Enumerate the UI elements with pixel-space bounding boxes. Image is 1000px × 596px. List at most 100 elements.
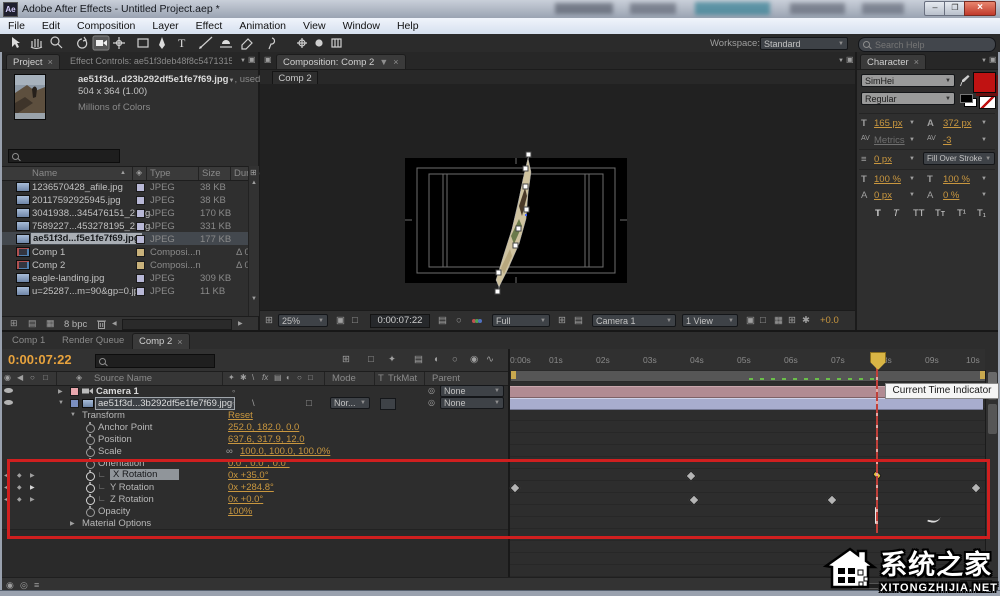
panel-menu-icon[interactable]: ▼ (838, 58, 844, 64)
menu-window[interactable]: Window (343, 20, 380, 32)
close-icon[interactable]: × (914, 57, 919, 67)
all-caps-button[interactable]: TT (913, 208, 925, 219)
minimize-button[interactable]: – (924, 1, 946, 16)
column-trkmat[interactable]: TrkMat (388, 373, 417, 384)
layer-row-image[interactable]: ▼ ae51f3d...3b292df5e1fe7f69.jpg ◦ \ □ N… (0, 397, 508, 409)
column-source-name[interactable]: Source Name (94, 373, 152, 384)
keyframe-prev-icon[interactable]: ◀ (4, 472, 9, 479)
comp-time-display[interactable]: 0:00:07:22 (370, 314, 430, 328)
font-size-value[interactable]: 165 px (874, 118, 903, 129)
label-column-icon[interactable]: ◈ (76, 373, 82, 382)
property-row-anchor-point[interactable]: Anchor Point 252.0, 182.0, 0.0 (0, 421, 508, 433)
chevron-down-icon[interactable]: ▼ (981, 120, 987, 126)
project-row[interactable]: 7589227...453278195_2.jpg JPEG 331 KB (2, 219, 248, 232)
tools-strip[interactable]: T (2, 35, 352, 51)
new-composition-icon[interactable]: ▦ (46, 318, 55, 329)
menu-effect[interactable]: Effect (196, 20, 223, 32)
camera-select[interactable]: Camera 1▼ (592, 314, 676, 327)
keyframe-prev-icon[interactable]: ◀ (4, 484, 9, 491)
baseline-shift-value[interactable]: 0 px (874, 190, 892, 201)
bit-depth-button[interactable]: 8 bpc (64, 319, 87, 330)
faux-italic-button[interactable]: T (893, 208, 899, 219)
view-layout-select[interactable]: 1 View▼ (682, 314, 738, 327)
auto-keyframe-icon[interactable]: ◉ (470, 354, 478, 365)
faux-bold-button[interactable]: T (875, 208, 881, 219)
footage-thumbnail[interactable] (14, 74, 46, 120)
menu-view[interactable]: View (303, 20, 326, 32)
menu-file[interactable]: File (8, 20, 25, 32)
layer-row-camera[interactable]: ▶ Camera 1 ◦ ◎ None▼ (0, 385, 508, 397)
roi-icon[interactable]: ⊞ (558, 315, 566, 326)
transparency-grid-icon[interactable]: ▤ (574, 315, 583, 326)
label-chip[interactable] (136, 235, 145, 244)
flowchart-button-icon[interactable]: ✱ (802, 315, 810, 326)
expand-icon[interactable]: ▶ (70, 520, 75, 527)
tab-comp2[interactable]: Comp 2× (132, 333, 190, 349)
stopwatch-icon[interactable] (86, 508, 95, 517)
image-layer-bar[interactable] (510, 398, 983, 410)
constrain-link-icon[interactable]: ∞ (226, 446, 233, 457)
comp-viewer[interactable] (260, 84, 855, 310)
tab-render-queue[interactable]: Render Queue (62, 335, 124, 346)
scroll-left-icon[interactable]: ◀ (112, 320, 117, 327)
stopwatch-icon[interactable] (86, 424, 95, 433)
close-icon[interactable]: × (177, 337, 182, 347)
maximize-button[interactable]: ❐ (944, 1, 966, 16)
label-chip[interactable] (136, 248, 145, 257)
z-rotation-value[interactable]: 0x +0.0° (228, 494, 263, 505)
project-row-selected[interactable]: ae51f3d...f5e1fe7f69.jpg JPEG 177 KB (2, 232, 248, 245)
project-scrollbar[interactable]: ▲ ▼ ⊞ (248, 166, 259, 316)
property-row-position[interactable]: Position 637.6, 317.9, 12.0 (0, 433, 508, 445)
keyframe-set-icon[interactable]: ◆ (17, 472, 22, 479)
expand-icon[interactable]: ▶ (58, 388, 63, 395)
menu-help[interactable]: Help (397, 20, 419, 32)
new-folder-icon[interactable]: ▤ (28, 318, 37, 329)
draft-3d-icon[interactable]: □ (368, 354, 374, 365)
scroll-right-icon[interactable]: ▶ (238, 320, 243, 327)
property-row-orientation[interactable]: Orientation 0.0°, 0.0°, 0.0° (0, 457, 508, 469)
horizontal-scale-value[interactable]: 100 % (943, 174, 970, 185)
toggle-viewer-icon[interactable]: ▣ (746, 315, 755, 326)
project-row[interactable]: Comp 1 Composi...n Δ 0 (2, 245, 248, 258)
column-type[interactable]: Type (150, 168, 171, 179)
timeline-button-icon[interactable]: ⊞ (788, 315, 796, 326)
workspace-select[interactable]: Standard▼ (760, 37, 848, 50)
tab-comp1[interactable]: Comp 1 (12, 335, 45, 346)
stopwatch-icon-active[interactable] (86, 496, 95, 505)
property-row-material-options[interactable]: ▶ Material Options (0, 517, 508, 529)
position-value[interactable]: 637.6, 317.9, 12.0 (228, 434, 305, 445)
eye-toggle[interactable] (4, 388, 13, 393)
stopwatch-icon[interactable] (86, 460, 95, 469)
stopwatch-icon[interactable] (86, 448, 95, 457)
property-row-opacity[interactable]: Opacity 100% (0, 505, 508, 517)
parent-select[interactable]: None▼ (440, 385, 504, 397)
keyframe-set-icon[interactable]: ◆ (17, 484, 22, 491)
stopwatch-icon-active[interactable] (86, 472, 95, 481)
project-row[interactable]: 1236570428_afile.jpg JPEG 38 KB (2, 180, 248, 193)
project-row[interactable]: 20117592925945.jpg JPEG 38 KB (2, 193, 248, 206)
fast-preview-icon[interactable]: ▦ (774, 315, 783, 326)
panel-list-icon[interactable]: ▣ (846, 55, 854, 64)
zoom-select[interactable]: 25%▼ (278, 314, 328, 327)
tracking-value[interactable]: -3 (943, 135, 951, 146)
chevron-down-icon[interactable]: ▼ (981, 192, 987, 198)
reset-link[interactable]: Reset (228, 410, 253, 421)
timeline-search-box[interactable] (95, 354, 215, 368)
label-chip[interactable] (136, 183, 145, 192)
fill-mode-select[interactable]: Fill Over Stroke▼ (923, 152, 995, 165)
superscript-button[interactable]: T¹ (957, 208, 966, 219)
panel-list-icon[interactable]: ▣ (248, 55, 256, 64)
eyedropper-icon[interactable] (960, 74, 970, 87)
show-channel-icon[interactable] (472, 315, 482, 326)
label-chip[interactable] (70, 399, 79, 408)
footage-name[interactable]: ae51f3d...d23b292df5e1fe7f69.jpg▼, used … (78, 74, 289, 85)
collapse-icon[interactable]: ▼ (58, 400, 64, 406)
column-size[interactable]: Size (202, 168, 220, 179)
pixel-aspect-icon[interactable]: □ (760, 315, 766, 326)
chevron-down-icon[interactable]: ▼ (909, 120, 915, 126)
vertical-scale-value[interactable]: 100 % (874, 174, 901, 185)
frame-blending-icon[interactable]: ▤ (414, 354, 423, 365)
label-chip[interactable] (136, 261, 145, 270)
label-chip[interactable] (136, 222, 145, 231)
comp-canvas[interactable] (405, 158, 627, 283)
